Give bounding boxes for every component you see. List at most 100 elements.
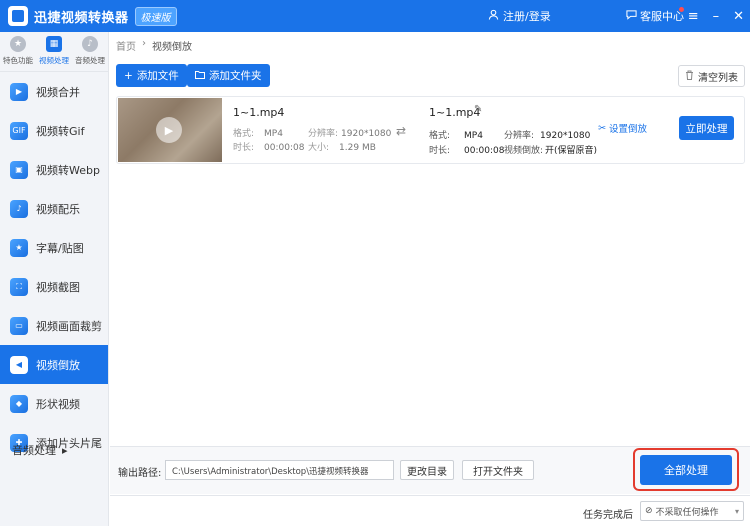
source-size-value: 1.29 MB — [339, 143, 376, 153]
sidebar-item-music[interactable]: ♪ 视频配乐 — [0, 189, 108, 228]
source-resolution-value: 1920*1080 — [341, 129, 392, 139]
trash-icon — [685, 70, 694, 83]
sidebar-item-webp[interactable]: ▣ 视频转Webp — [0, 150, 108, 189]
output-duration: 时长: 00:00:08 — [429, 143, 504, 156]
video-thumbnail[interactable]: ▶ — [118, 98, 222, 162]
merge-icon: ▶ — [10, 82, 28, 101]
sidebar-item-label: 视频倒放 — [36, 358, 80, 372]
output-resolution-label: 分辨率: — [504, 131, 535, 141]
shape-icon: ◆ — [10, 394, 28, 413]
service-label: 客服中心 — [640, 10, 684, 23]
login-button[interactable]: 注册/登录 — [488, 0, 551, 32]
process-now-button[interactable]: 立即处理 — [679, 116, 734, 140]
sidebar-item-crop[interactable]: ▭ 视频画面裁剪 — [0, 306, 108, 345]
sidebar-item-label: 字幕/贴图 — [36, 241, 84, 255]
breadcrumb: 首页 › 视频倒放 — [116, 38, 192, 53]
add-file-label: 添加文件 — [136, 70, 179, 82]
output-reverse-value: 开(保留原音) — [545, 146, 598, 156]
gif-icon: GIF — [10, 121, 28, 140]
source-size-label: 大小: — [308, 143, 330, 153]
add-folder-button[interactable]: 添加文件夹 — [187, 64, 270, 87]
add-file-button[interactable]: + 添加文件 — [116, 64, 187, 87]
source-format-value: MP4 — [264, 129, 283, 139]
app-logo-icon — [8, 6, 28, 26]
output-path-label: 输出路径: — [118, 468, 162, 479]
folder-icon — [195, 70, 205, 82]
reverse-settings-label: 设置倒放 — [608, 124, 647, 135]
output-duration-value: 00:00:08 — [464, 146, 505, 156]
film-icon: ▦ — [46, 36, 62, 52]
image-icon: ▣ — [10, 160, 28, 179]
tab-audio-label: 音频处理 — [75, 56, 105, 65]
output-format-label: 格式: — [429, 131, 451, 141]
sidebar-item-reverse[interactable]: ◀ 视频倒放 — [0, 345, 108, 384]
tab-featured-label: 特色功能 — [3, 56, 33, 65]
user-icon — [488, 9, 499, 23]
app-title: 迅捷视频转换器 — [34, 10, 129, 26]
no-entry-icon: ⊘ — [645, 506, 653, 516]
sidebar-nav: ▶ 视频合并 GIF 视频转Gif ▣ 视频转Webp ♪ 视频配乐 ★ 字幕/贴图 ⛶ 视… — [0, 72, 108, 462]
reverse-settings-link[interactable]: ✂ 设置倒放 — [598, 121, 647, 136]
source-duration-label: 时长: — [233, 143, 255, 153]
chat-icon — [626, 9, 637, 23]
tab-video-label: 视频处理 — [39, 56, 69, 65]
pencil-icon[interactable]: ✎ — [474, 104, 482, 115]
audio-processing-link[interactable]: 音频处理 ▸ — [12, 442, 68, 458]
minimize-button[interactable]: – — [713, 9, 720, 24]
sidebar-item-label: 视频转Gif — [36, 124, 85, 138]
crop-icon: ▭ — [10, 316, 28, 335]
login-label: 注册/登录 — [503, 10, 551, 23]
source-format: 格式: MP4 — [233, 126, 283, 139]
close-button[interactable]: ✕ — [733, 9, 744, 24]
after-completion-select[interactable]: ⊘ 不采取任何操作 ▾ — [640, 501, 744, 521]
source-filename: 1~1.mp4 — [233, 106, 285, 119]
source-format-label: 格式: — [233, 129, 255, 139]
caret-right-icon: ▸ — [62, 443, 68, 457]
plus-icon: + — [124, 69, 133, 82]
music-icon: ♪ — [82, 36, 98, 52]
open-folder-button[interactable]: 打开文件夹 — [462, 460, 534, 480]
source-resolution-label: 分辨率: — [308, 129, 339, 139]
sidebar-item-label: 视频合并 — [36, 85, 80, 99]
after-completion-label: 任务完成后 — [583, 510, 633, 521]
source-size: 大小: 1.29 MB — [308, 140, 376, 153]
chevron-down-icon: ▾ — [734, 506, 739, 516]
clear-list-label: 清空列表 — [698, 72, 738, 84]
add-folder-label: 添加文件夹 — [209, 70, 262, 82]
sidebar-item-label: 视频画面裁剪 — [36, 319, 102, 333]
sidebar-item-gif[interactable]: GIF 视频转Gif — [0, 111, 108, 150]
tab-audio[interactable]: ♪ 音频处理 — [72, 32, 108, 71]
output-reverse-label: 视频倒放: — [504, 146, 544, 156]
tab-video[interactable]: ▦ 视频处理 — [36, 32, 72, 71]
output-duration-label: 时长: — [429, 146, 451, 156]
sidebar-item-merge[interactable]: ▶ 视频合并 — [0, 72, 108, 111]
breadcrumb-home[interactable]: 首页 — [116, 38, 136, 53]
sidebar-item-shape[interactable]: ◆ 形状视频 — [0, 384, 108, 423]
convert-arrow-icon: ⇄ — [396, 124, 407, 138]
menu-icon[interactable]: ≡ — [688, 9, 699, 24]
sidebar-item-subtitle[interactable]: ★ 字幕/贴图 — [0, 228, 108, 267]
customer-service-button[interactable]: 客服中心 — [626, 0, 684, 32]
sidebar-item-label: 视频配乐 — [36, 202, 80, 216]
output-resolution-value: 1920*1080 — [540, 131, 591, 141]
play-icon[interactable]: ▶ — [156, 117, 182, 143]
title-bar: 迅捷视频转换器 极速版 注册/登录 客服中心 ≡ – ✕ — [0, 0, 750, 32]
star-icon: ★ — [10, 36, 26, 52]
source-duration-value: 00:00:08 — [264, 143, 305, 153]
process-all-button[interactable]: 全部处理 — [640, 455, 732, 485]
category-tabs: ★ 特色功能 ▦ 视频处理 ♪ 音频处理 — [0, 32, 108, 72]
tab-featured[interactable]: ★ 特色功能 — [0, 32, 36, 71]
sticker-icon: ★ — [10, 238, 28, 257]
sidebar-item-screenshot[interactable]: ⛶ 视频截图 — [0, 267, 108, 306]
breadcrumb-current: 视频倒放 — [152, 42, 192, 53]
output-path-field[interactable]: C:\Users\Administrator\Desktop\迅捷视频转换器 — [165, 460, 394, 480]
output-format: 格式: MP4 — [429, 128, 483, 141]
sidebar-item-label: 视频截图 — [36, 280, 80, 294]
output-reverse-mode: 视频倒放: 开(保留原音) — [504, 143, 597, 156]
source-resolution: 分辨率: 1920*1080 — [308, 126, 391, 139]
output-format-value: MP4 — [464, 131, 483, 141]
sidebar: ★ 特色功能 ▦ 视频处理 ♪ 音频处理 ▶ 视频合并 GIF 视频转Gif ▣ 视频… — [0, 32, 109, 526]
audio-link-label: 音频处理 — [12, 444, 56, 457]
clear-list-button[interactable]: 清空列表 — [678, 65, 745, 87]
change-directory-button[interactable]: 更改目录 — [400, 460, 454, 480]
